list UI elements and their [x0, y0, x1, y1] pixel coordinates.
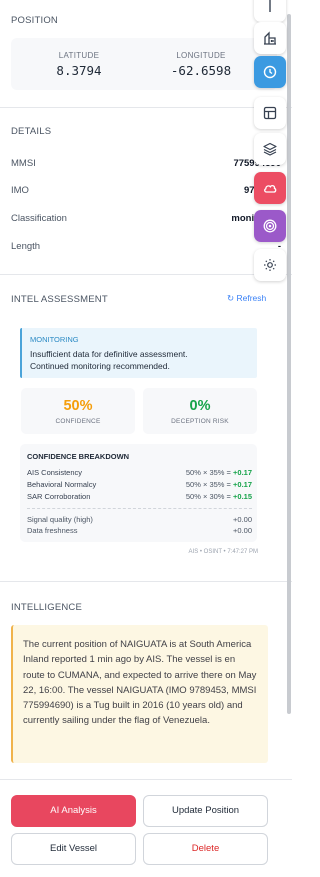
- longitude-label: LONGITUDE: [176, 51, 226, 60]
- ai-analysis-button[interactable]: AI Analysis: [11, 795, 136, 827]
- intel-assessment-title: INTEL ASSESSMENT: [11, 294, 108, 305]
- breakdown-formula-text: 50% × 35% =: [185, 468, 234, 477]
- building-tool-button[interactable]: [254, 22, 286, 54]
- status-description: Insufficient data for definitive assessm…: [30, 348, 257, 372]
- position-card: LATITUDE 8.3794 LONGITUDE -62.6598: [11, 38, 277, 90]
- details-title: DETAILS: [11, 126, 52, 137]
- confidence-label: CONFIDENCE: [55, 418, 101, 425]
- confidence-value: 50%: [63, 398, 93, 414]
- breakdown-label: SAR Corroboration: [27, 492, 91, 501]
- detail-label: Classification: [11, 213, 67, 224]
- refresh-button[interactable]: ↻ Refresh: [227, 293, 266, 304]
- longitude-value: -62.6598: [170, 63, 232, 78]
- position-title: POSITION: [11, 15, 58, 26]
- layers-tool-button[interactable]: [254, 133, 286, 165]
- divider: [0, 779, 292, 780]
- deception-risk-label: DECEPTION RISK: [171, 418, 229, 425]
- detail-row-classification: Classification monitoring: [11, 213, 281, 227]
- sun-icon: [264, 259, 276, 271]
- assessment-source: AIS • OSINT • 7:47:27 PM: [188, 549, 258, 555]
- breakdown-title: CONFIDENCE BREAKDOWN: [27, 452, 130, 461]
- breakdown-row: Behavioral Normalcy 50% × 35% = +0.17: [27, 480, 252, 490]
- table-icon: [263, 106, 277, 120]
- confidence-stat: 50% CONFIDENCE: [21, 388, 135, 434]
- edit-vessel-button[interactable]: Edit Vessel: [11, 833, 136, 865]
- intelligence-text: The current position of NAIGUATA is at S…: [23, 639, 257, 727]
- adjustment-row: Data freshness +0.00: [27, 526, 252, 536]
- status-line: Continued monitoring recommended.: [30, 361, 170, 371]
- breakdown-label: AIS Consistency: [27, 468, 83, 477]
- detail-label: MMSI: [11, 158, 36, 169]
- clock-icon: [263, 65, 277, 79]
- breakdown-result: +0.15: [233, 492, 252, 501]
- breakdown-separator: [27, 508, 252, 509]
- breakdown-formula: 50% × 35% = +0.17: [186, 480, 252, 489]
- clock-tool-button[interactable]: [254, 56, 286, 88]
- target-icon: [263, 219, 277, 233]
- detail-label: Length: [11, 241, 41, 252]
- latitude-value: 8.3794: [56, 63, 102, 78]
- deception-risk-value: 0%: [189, 398, 211, 414]
- cloud-tool-button[interactable]: [254, 172, 286, 204]
- adjustment-label: Signal quality (high): [27, 515, 93, 524]
- breakdown-row: AIS Consistency 50% × 35% = +0.17: [27, 468, 252, 478]
- deception-risk-stat: 0% DECEPTION RISK: [143, 388, 257, 434]
- breakdown-result: +0.17: [233, 468, 252, 477]
- adjustment-value: +0.00: [233, 515, 252, 524]
- adjustment-row: Signal quality (high) +0.00: [27, 515, 252, 525]
- breakdown-formula-text: 50% × 30% =: [185, 492, 234, 501]
- update-position-button[interactable]: Update Position: [143, 795, 268, 827]
- vessel-detail-panel: POSITION LATITUDE 8.3794 LONGITUDE -62.6…: [0, 0, 292, 877]
- longitude-block: LONGITUDE -62.6598: [151, 51, 251, 78]
- status-title: MONITORING: [30, 335, 79, 344]
- latitude-block: LATITUDE 8.3794: [29, 51, 129, 78]
- building-icon: [264, 31, 276, 45]
- detail-row-imo: IMO 9789453: [11, 185, 281, 199]
- detail-row-mmsi: MMSI 775994690: [11, 158, 281, 172]
- breakdown-result: +0.17: [233, 480, 252, 489]
- intelligence-summary-box: The current position of NAIGUATA is at S…: [11, 625, 268, 763]
- sun-tool-button[interactable]: [254, 249, 286, 281]
- cloud-icon: [264, 185, 277, 193]
- breakdown-formula-text: 50% × 35% =: [185, 480, 234, 489]
- monitoring-status-box: MONITORING Insufficient data for definit…: [20, 328, 257, 378]
- adjustment-value: +0.00: [233, 526, 252, 535]
- breakdown-formula: 50% × 30% = +0.15: [186, 492, 252, 501]
- scrollbar[interactable]: [287, 14, 291, 714]
- layers-icon: [263, 142, 277, 156]
- delete-button[interactable]: Delete: [143, 833, 268, 865]
- divider: [0, 274, 292, 275]
- target-tool-button[interactable]: [254, 210, 286, 242]
- pin-icon: [269, 0, 271, 12]
- latitude-label: LATITUDE: [58, 51, 100, 60]
- status-line: Insufficient data for definitive assessm…: [30, 349, 188, 359]
- adjustment-label: Data freshness: [27, 526, 78, 535]
- breakdown-row: SAR Corroboration 50% × 30% = +0.15: [27, 492, 252, 502]
- detail-label: IMO: [11, 185, 29, 196]
- intelligence-title: INTELLIGENCE: [11, 602, 83, 613]
- pin-tool-button[interactable]: [254, 0, 286, 22]
- breakdown-formula: 50% × 35% = +0.17: [186, 468, 252, 477]
- table-tool-button[interactable]: [254, 97, 286, 129]
- divider: [0, 581, 292, 582]
- confidence-breakdown: CONFIDENCE BREAKDOWN AIS Consistency 50%…: [20, 444, 257, 542]
- divider: [0, 107, 292, 108]
- detail-row-length: Length -: [11, 241, 281, 255]
- breakdown-label: Behavioral Normalcy: [27, 480, 97, 489]
